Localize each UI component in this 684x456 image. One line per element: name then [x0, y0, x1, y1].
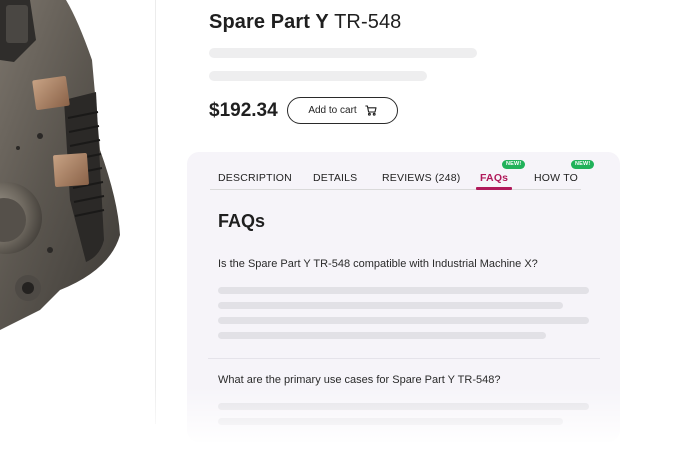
answer-placeholder-line: [218, 418, 563, 425]
tab-reviews[interactable]: REVIEWS (248): [382, 172, 460, 184]
product-model: TR-548: [334, 11, 402, 33]
tab-label: FAQs: [480, 172, 509, 184]
answer-placeholder-line: [218, 287, 589, 294]
answer-placeholder-line: [218, 302, 563, 309]
tab-label: REVIEWS (248): [382, 172, 461, 184]
tab-details[interactable]: DETAILS: [313, 172, 357, 184]
add-to-cart-button[interactable]: Add to cart: [287, 97, 398, 124]
add-to-cart-label: Add to cart: [308, 105, 357, 116]
answer-placeholder-line: [218, 332, 546, 339]
placeholder-line: [209, 71, 427, 81]
tab-label: DESCRIPTION: [218, 172, 292, 184]
faq-question[interactable]: What are the primary use cases for Spare…: [218, 374, 500, 386]
answer-placeholder-line: [218, 317, 589, 324]
cart-icon: [364, 105, 377, 116]
product-image: [0, 0, 130, 330]
tab-bar: DESCRIPTION DETAILS REVIEWS (248) FAQs N…: [210, 160, 595, 190]
faq-heading: FAQs: [218, 211, 266, 231]
product-title: Spare Part Y TR-548: [209, 11, 401, 34]
product-price: $192.34: [209, 100, 278, 121]
tab-description[interactable]: DESCRIPTION: [218, 172, 292, 184]
product-info-card: DESCRIPTION DETAILS REVIEWS (248) FAQs N…: [187, 152, 620, 442]
product-name: Spare Part Y: [209, 11, 329, 33]
tab-how-to[interactable]: HOW TO NEW!: [534, 160, 595, 184]
tab-label: HOW TO: [534, 172, 578, 184]
tab-label: DETAILS: [313, 172, 358, 184]
faq-divider: [208, 358, 600, 359]
faq-question[interactable]: Is the Spare Part Y TR-548 compatible wi…: [218, 258, 538, 270]
new-badge: NEW!: [502, 160, 526, 169]
placeholder-line: [209, 48, 477, 58]
active-tab-indicator: [476, 187, 513, 190]
new-badge: NEW!: [571, 160, 595, 169]
tab-faqs[interactable]: FAQs NEW!: [476, 160, 526, 190]
answer-placeholder-line: [218, 403, 589, 410]
column-divider: [155, 0, 156, 424]
